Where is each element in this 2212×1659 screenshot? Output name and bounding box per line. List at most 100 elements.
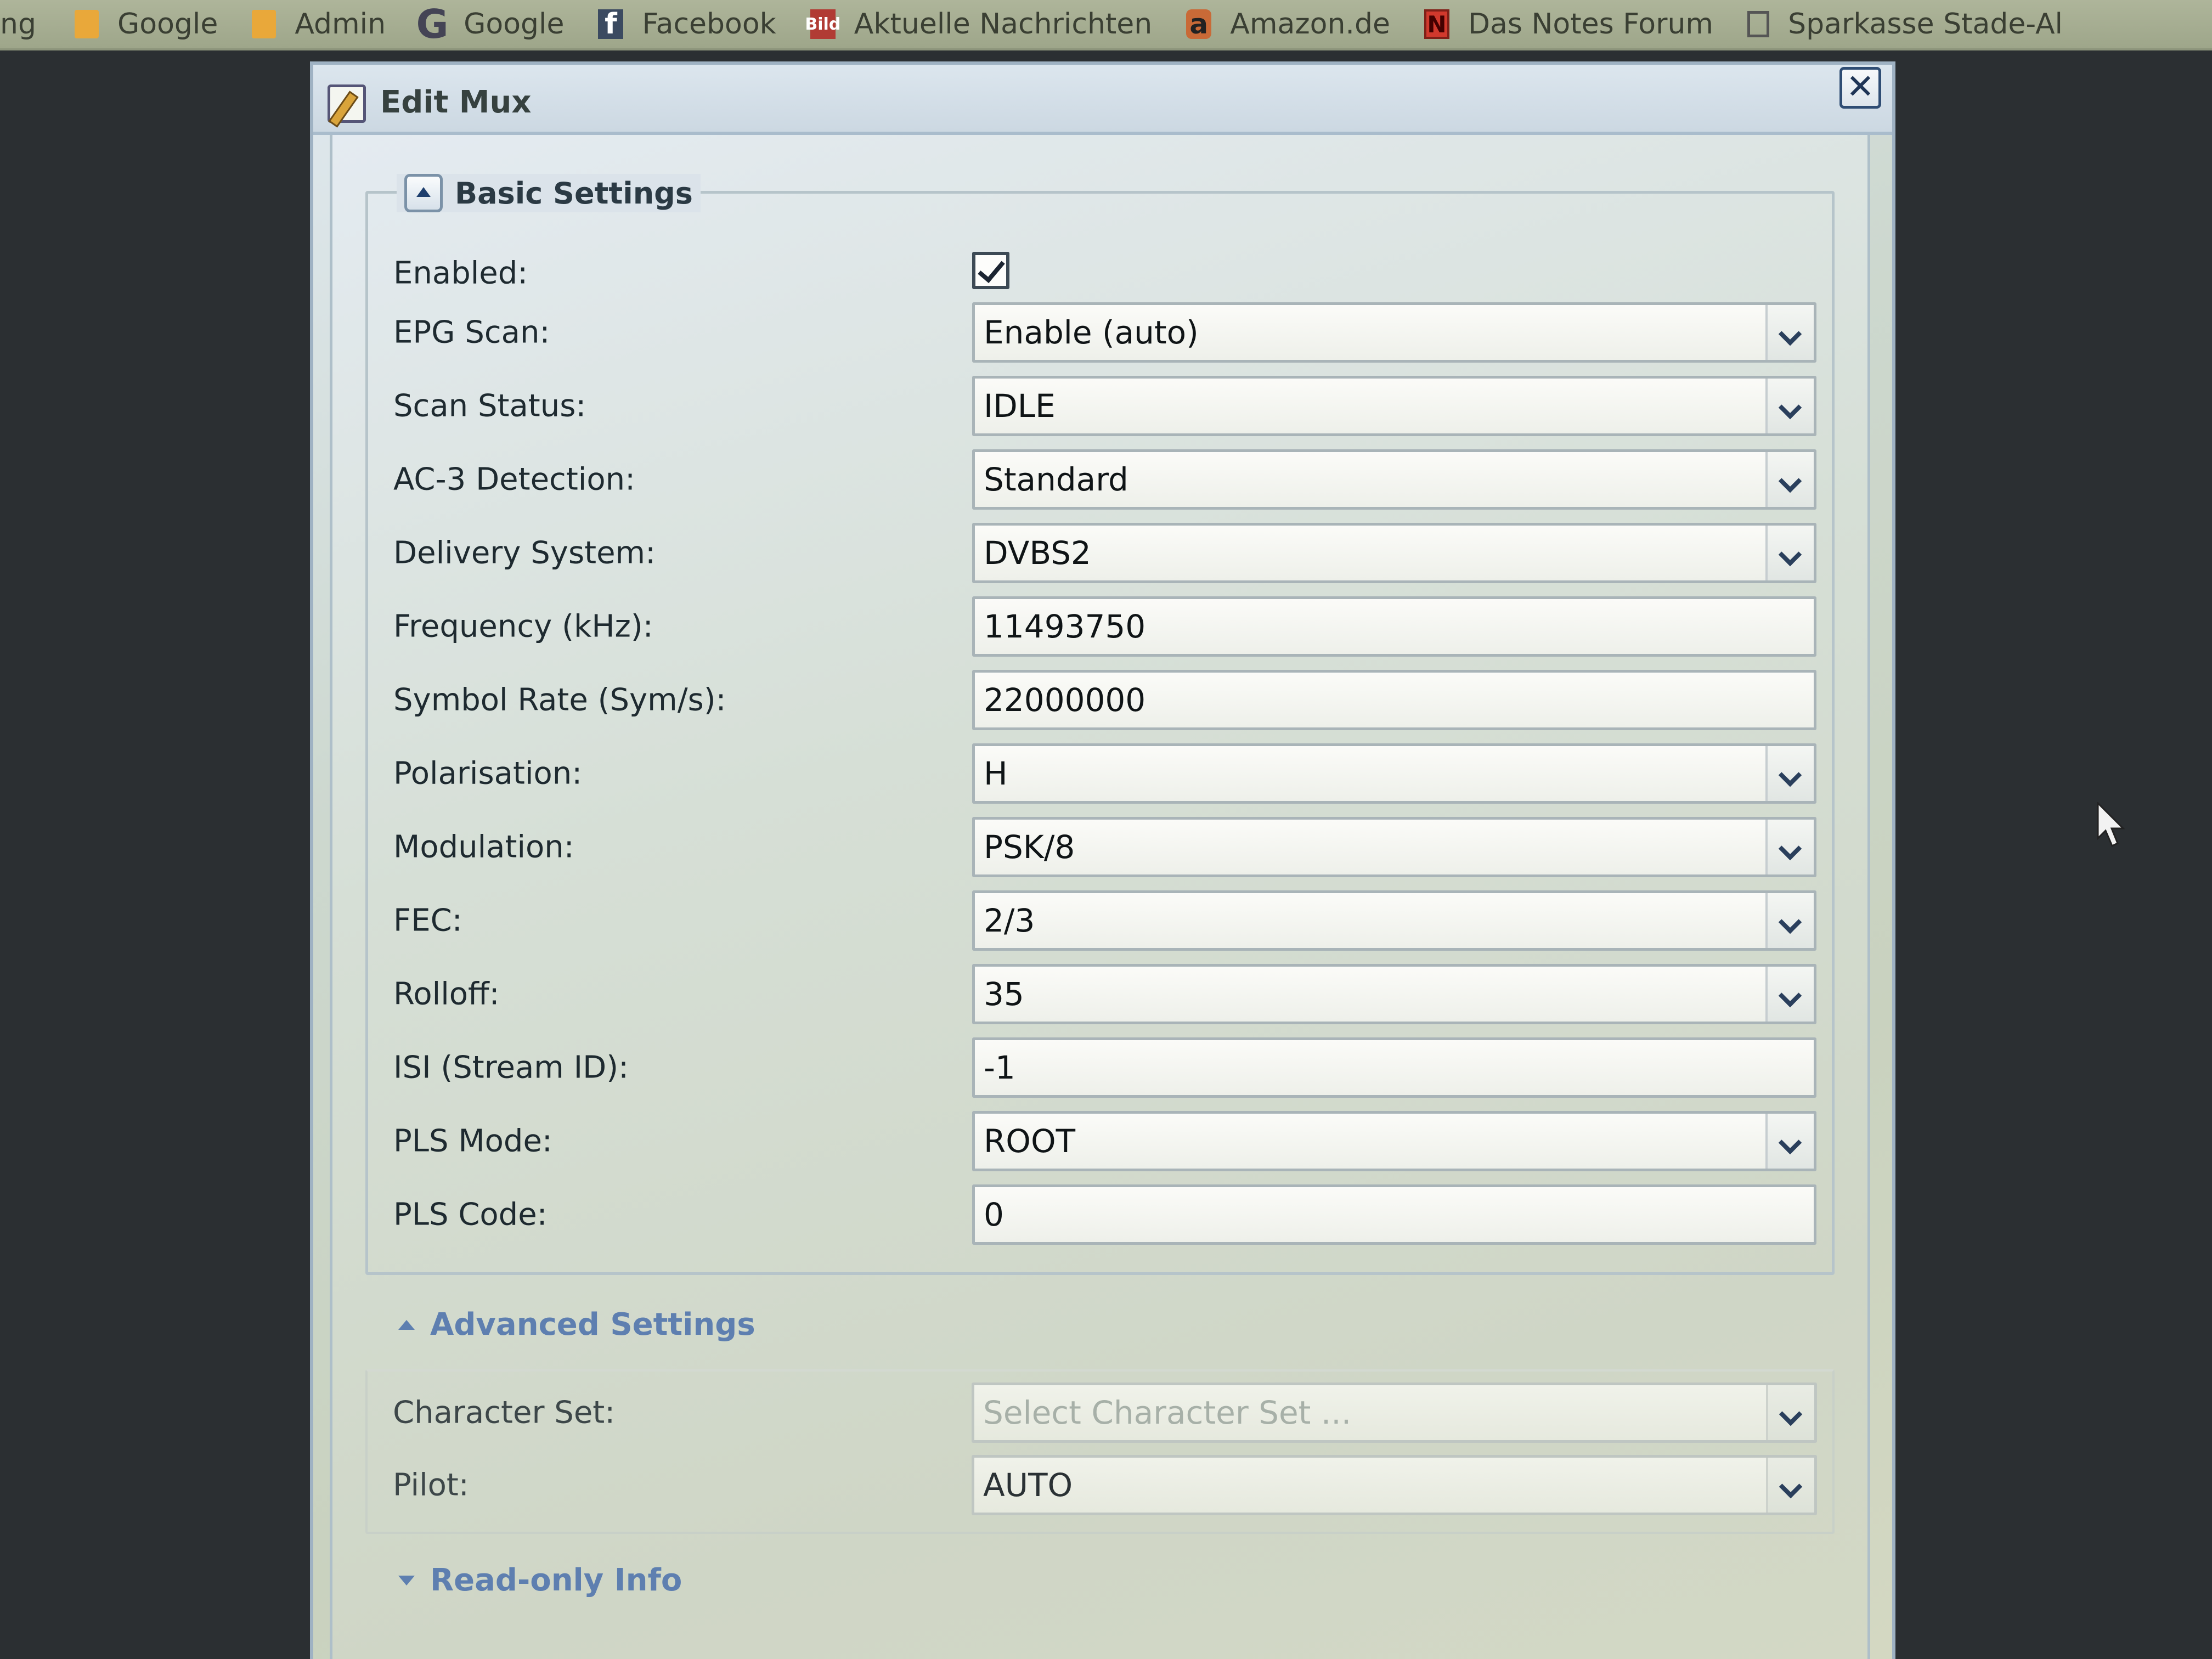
scan-status-select[interactable]: IDLE bbox=[972, 376, 1816, 436]
modulation-select[interactable]: PSK/8 bbox=[972, 817, 1816, 877]
frequency-label: Frequency (kHz): bbox=[393, 608, 653, 645]
isi-label: ISI (Stream ID): bbox=[393, 1049, 629, 1086]
chevron-down-icon[interactable] bbox=[1766, 1385, 1814, 1440]
ac3-detection-select[interactable]: Standard bbox=[972, 449, 1816, 510]
expand-down-icon bbox=[398, 1575, 415, 1585]
bookmark-label: ng bbox=[0, 8, 36, 41]
bookmark-notes-forum[interactable]: N Das Notes Forum bbox=[1424, 8, 1713, 41]
polarisation-select[interactable]: H bbox=[972, 743, 1816, 804]
frequency-row: Frequency (kHz): 11493750 bbox=[393, 596, 1816, 657]
isi-row: ISI (Stream ID): -1 bbox=[393, 1037, 1816, 1098]
bookmark-label: Amazon.de bbox=[1230, 8, 1390, 41]
dialog-header[interactable]: Edit Mux ✕ bbox=[313, 65, 1892, 135]
epg-scan-select[interactable]: Enable (auto) bbox=[972, 302, 1816, 363]
chevron-down-icon[interactable] bbox=[1765, 305, 1814, 360]
pls-code-row: PLS Code: 0 bbox=[393, 1184, 1816, 1245]
delivery-system-row: Delivery System: DVBS2 bbox=[393, 523, 1816, 583]
bookmark-label: Google bbox=[117, 8, 218, 41]
frequency-input[interactable]: 11493750 bbox=[972, 596, 1816, 657]
enabled-label: Enabled: bbox=[393, 255, 528, 291]
epg-scan-label: EPG Scan: bbox=[393, 314, 550, 351]
pls-mode-row: PLS Mode: ROOT bbox=[393, 1111, 1816, 1171]
delivery-system-label: Delivery System: bbox=[393, 535, 656, 571]
rolloff-row: Rolloff: 35 bbox=[393, 964, 1816, 1024]
chevron-down-icon[interactable] bbox=[1765, 1114, 1814, 1169]
chevron-down-icon[interactable] bbox=[1765, 379, 1814, 433]
fec-select[interactable]: 2/3 bbox=[972, 890, 1816, 951]
character-set-row: Character Set: Select Character Set ... bbox=[393, 1383, 1817, 1443]
chevron-down-icon[interactable] bbox=[1765, 452, 1814, 507]
rolloff-select[interactable]: 35 bbox=[972, 964, 1816, 1024]
bookmark-partial[interactable]: ng bbox=[0, 8, 36, 41]
collapse-up-icon bbox=[398, 1319, 415, 1330]
basic-settings-title: Basic Settings bbox=[455, 176, 693, 211]
chevron-down-icon[interactable] bbox=[1765, 893, 1814, 948]
close-button[interactable]: ✕ bbox=[1839, 67, 1881, 109]
basic-settings-fieldset: Basic Settings Enabled: EPG Scan: Enable… bbox=[365, 174, 1835, 1275]
pls-mode-select[interactable]: ROOT bbox=[972, 1111, 1816, 1171]
polarisation-label: Polarisation: bbox=[393, 755, 583, 792]
delivery-system-select[interactable]: DVBS2 bbox=[972, 523, 1816, 583]
folder-icon bbox=[74, 10, 99, 38]
isi-input[interactable]: -1 bbox=[972, 1037, 1816, 1098]
close-icon: ✕ bbox=[1846, 66, 1875, 106]
chevron-down-icon[interactable] bbox=[1765, 746, 1814, 801]
notes-icon: N bbox=[1424, 9, 1449, 39]
pilot-select[interactable]: AUTO bbox=[972, 1455, 1817, 1515]
pls-mode-label: PLS Mode: bbox=[393, 1123, 552, 1159]
ac3-detection-label: AC-3 Detection: bbox=[393, 461, 635, 498]
page-icon bbox=[1747, 11, 1770, 37]
character-set-label: Character Set: bbox=[393, 1395, 616, 1431]
bookmark-google-folder[interactable]: Google bbox=[74, 8, 218, 41]
readonly-info-toggle[interactable]: Read-only Info bbox=[398, 1562, 682, 1598]
fec-row: FEC: 2/3 bbox=[393, 890, 1816, 951]
rolloff-label: Rolloff: bbox=[393, 976, 500, 1012]
google-icon: G bbox=[416, 1, 449, 47]
pilot-label: Pilot: bbox=[393, 1467, 469, 1503]
pls-code-value: 0 bbox=[984, 1196, 1004, 1233]
bookmarks-bar: ng Google Admin G Google f Facebook Bild… bbox=[0, 0, 2212, 50]
dialog-title: Edit Mux bbox=[380, 84, 532, 120]
bild-icon: Bild bbox=[805, 9, 840, 39]
bookmark-label: Aktuelle Nachrichten bbox=[854, 8, 1153, 41]
pilot-row: Pilot: AUTO bbox=[393, 1455, 1817, 1515]
pls-mode-value: ROOT bbox=[984, 1122, 1076, 1160]
bookmark-bild[interactable]: Bild Aktuelle Nachrichten bbox=[805, 8, 1153, 41]
advanced-settings-fieldset: Character Set: Select Character Set ... … bbox=[365, 1369, 1835, 1534]
mouse-pointer-icon bbox=[2097, 802, 2125, 848]
modulation-row: Modulation: PSK/8 bbox=[393, 817, 1816, 877]
chevron-down-icon[interactable] bbox=[1765, 526, 1814, 580]
character-set-placeholder: Select Character Set ... bbox=[983, 1394, 1352, 1431]
chevron-down-icon[interactable] bbox=[1766, 1458, 1814, 1513]
character-set-select[interactable]: Select Character Set ... bbox=[972, 1383, 1817, 1443]
polarisation-row: Polarisation: H bbox=[393, 743, 1816, 804]
folder-icon bbox=[252, 10, 276, 38]
symbol-rate-input[interactable]: 22000000 bbox=[972, 670, 1816, 730]
scan-status-value: IDLE bbox=[984, 387, 1056, 425]
dialog-body: Basic Settings Enabled: EPG Scan: Enable… bbox=[330, 135, 1870, 1659]
facebook-icon: f bbox=[598, 8, 624, 41]
pls-code-input[interactable]: 0 bbox=[972, 1184, 1816, 1245]
fec-label: FEC: bbox=[393, 902, 462, 939]
advanced-settings-toggle[interactable]: Advanced Settings bbox=[398, 1307, 755, 1342]
epg-scan-row: EPG Scan: Enable (auto) bbox=[393, 302, 1816, 363]
bookmark-facebook[interactable]: f Facebook bbox=[598, 8, 776, 41]
polarisation-value: H bbox=[984, 755, 1008, 792]
chevron-down-icon[interactable] bbox=[1765, 820, 1814, 874]
collapse-up-icon[interactable] bbox=[404, 174, 443, 212]
bookmark-admin-folder[interactable]: Admin bbox=[252, 8, 386, 41]
frequency-value: 11493750 bbox=[984, 608, 1146, 645]
chevron-down-icon[interactable] bbox=[1765, 967, 1814, 1022]
basic-settings-legend: Basic Settings bbox=[397, 174, 701, 212]
modulation-value: PSK/8 bbox=[984, 828, 1075, 866]
enabled-checkbox[interactable] bbox=[972, 252, 1009, 289]
bookmark-amazon[interactable]: a Amazon.de bbox=[1186, 8, 1390, 41]
ac3-detection-value: Standard bbox=[984, 461, 1128, 498]
bookmark-sparkasse[interactable]: Sparkasse Stade-Al bbox=[1747, 8, 2063, 41]
bookmark-google[interactable]: G Google bbox=[416, 1, 565, 47]
fec-value: 2/3 bbox=[984, 902, 1035, 939]
delivery-system-value: DVBS2 bbox=[984, 534, 1091, 572]
scan-status-row: Scan Status: IDLE bbox=[393, 376, 1816, 436]
bookmark-label: Admin bbox=[295, 8, 386, 41]
advanced-settings-title: Advanced Settings bbox=[430, 1307, 755, 1342]
